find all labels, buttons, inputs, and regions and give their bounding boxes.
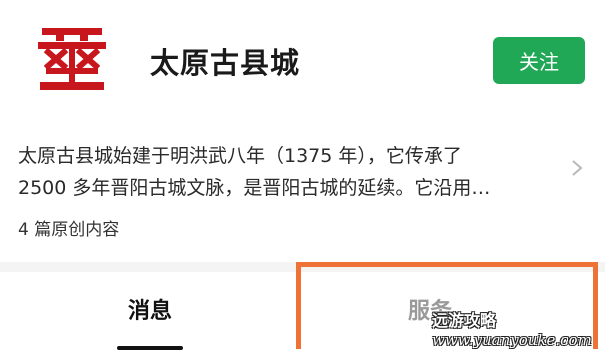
profile-card: 太原古县城 关注 太原古县城始建于明洪武八年（1375 年），它传承了 2500…: [0, 0, 605, 258]
red-heritage-emblem-icon: [36, 24, 108, 96]
active-tab-indicator: [117, 346, 183, 350]
tab-label: 消息: [127, 299, 172, 324]
tab-messages[interactable]: 消息: [90, 292, 210, 352]
chevron-right-icon[interactable]: [570, 158, 584, 178]
site-watermark: 远游攻略 www.yuanyouke.com: [432, 312, 602, 350]
section-divider: [0, 262, 605, 272]
watermark-url: www.yuanyouke.com: [432, 331, 592, 349]
watermark-title: 远游攻略: [432, 311, 497, 330]
account-intro[interactable]: 太原古县城始建于明洪武八年（1375 年），它传承了 2500 多年晋阳古城文脉…: [18, 140, 548, 204]
official-account-profile-page: 太原古县城 关注 太原古县城始建于明洪武八年（1375 年），它传承了 2500…: [0, 0, 605, 355]
follow-button[interactable]: 关注: [493, 37, 585, 84]
intro-line: 2500 多年晋阳古城文脉，是晋阳古城的延续。它沿用…: [18, 177, 491, 199]
original-article-count: 4 篇原创内容: [18, 220, 120, 240]
account-name: 太原古县城: [150, 46, 301, 80]
intro-line: 太原古县城始建于明洪武八年（1375 年），它传承了: [18, 145, 462, 167]
